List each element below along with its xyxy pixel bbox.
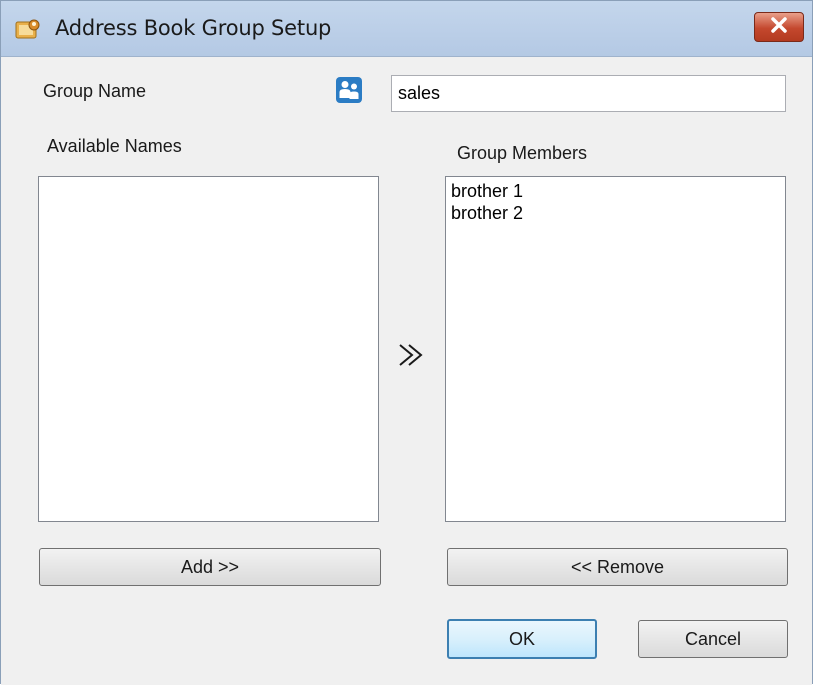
close-button[interactable] bbox=[754, 12, 804, 42]
group-name-label: Group Name bbox=[43, 81, 147, 101]
dialog-window: Address Book Group Setup Group Name Avai… bbox=[0, 0, 813, 685]
close-icon bbox=[770, 16, 788, 38]
group-members-list[interactable]: brother 1 brother 2 bbox=[445, 176, 786, 522]
cancel-button[interactable]: Cancel bbox=[638, 620, 788, 658]
title-bar: Address Book Group Setup bbox=[1, 1, 812, 57]
available-names-list[interactable] bbox=[38, 176, 379, 522]
add-button[interactable]: Add >> bbox=[39, 548, 381, 586]
ok-button[interactable]: OK bbox=[447, 619, 597, 659]
group-name-input[interactable] bbox=[391, 75, 786, 112]
group-members-label: Group Members bbox=[457, 143, 588, 163]
group-users-icon[interactable] bbox=[336, 77, 362, 103]
remove-button[interactable]: << Remove bbox=[447, 548, 788, 586]
dialog-body: Group Name Available Names Group Members… bbox=[1, 57, 812, 685]
available-names-label: Available Names bbox=[47, 136, 182, 156]
list-item[interactable]: brother 1 bbox=[451, 180, 780, 202]
double-chevron-right-icon[interactable] bbox=[396, 342, 430, 368]
list-item[interactable]: brother 2 bbox=[451, 202, 780, 224]
window-title: Address Book Group Setup bbox=[55, 16, 332, 40]
address-book-icon bbox=[14, 18, 42, 42]
